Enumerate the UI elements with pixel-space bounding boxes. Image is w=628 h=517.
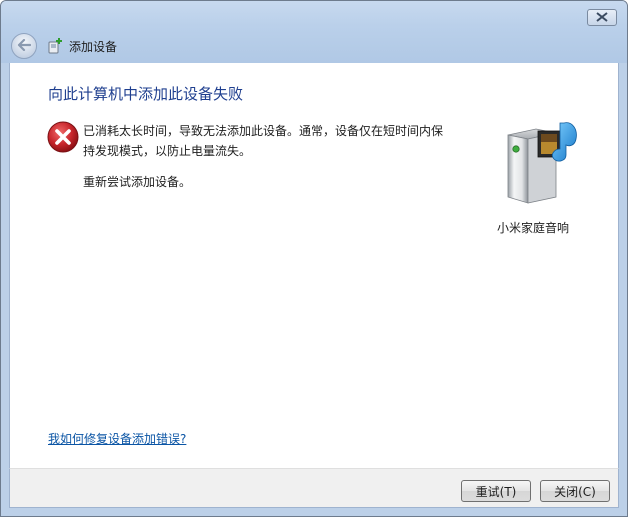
retry-instruction: 重新尝试添加设备。: [83, 175, 192, 189]
back-arrow-icon: [17, 38, 32, 54]
window-title: 添加设备: [69, 40, 118, 54]
back-button[interactable]: [11, 33, 37, 59]
button-bar: 重试(T) 关闭(C): [9, 468, 619, 508]
window-close-button[interactable]: [587, 9, 617, 26]
title-bar: 添加设备: [1, 1, 627, 63]
content-area: 向此计算机中添加此设备失败 已消耗太长时间，导致无法添加此设备。通常，设备仅在短…: [9, 63, 619, 468]
close-button[interactable]: 关闭(C): [540, 480, 610, 502]
help-link[interactable]: 我如何修复设备添加错误?: [48, 430, 186, 447]
add-device-window: 添加设备 向此计算机中添加此设备失败 已消耗太长时间，导致无法添加此设备。通常，…: [0, 0, 628, 517]
device-name: 小米家庭音响: [496, 221, 569, 235]
retry-button[interactable]: 重试(T): [461, 480, 531, 502]
media-device-icon: [496, 117, 586, 209]
close-icon: [596, 11, 608, 25]
page-title: 向此计算机中添加此设备失败: [48, 85, 244, 103]
error-message: 已消耗太长时间，导致无法添加此设备。通常，设备仅在短时间内保持发现模式，以防止电…: [83, 124, 444, 158]
add-device-icon: [47, 37, 63, 54]
error-icon: [47, 121, 79, 153]
